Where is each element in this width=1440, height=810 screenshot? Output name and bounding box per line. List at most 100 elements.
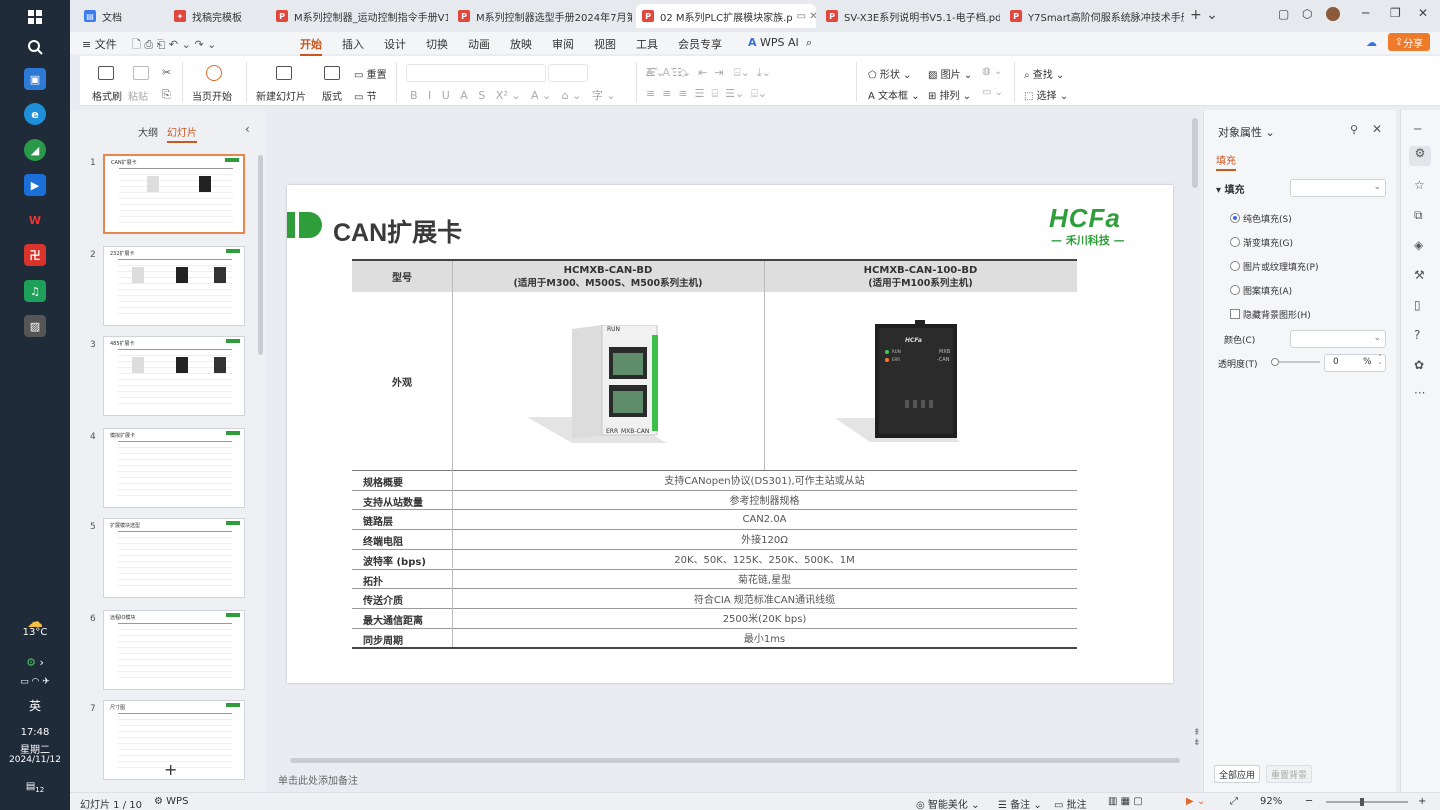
- tab-docs[interactable]: ▤ 文档: [78, 4, 164, 28]
- app-store-icon[interactable]: ▣: [24, 68, 46, 90]
- apply-all-button[interactable]: 全部应用: [1214, 765, 1260, 783]
- zoom-out-icon[interactable]: ─: [1306, 796, 1312, 807]
- slide-thumbnail[interactable]: CAN扩展卡: [103, 154, 245, 234]
- properties-icon[interactable]: ⚙: [1409, 146, 1431, 166]
- fill-section-toggle[interactable]: ▾ 填充: [1216, 181, 1245, 196]
- user-avatar[interactable]: [1326, 7, 1340, 21]
- pin-icon[interactable]: ⚲: [1350, 123, 1358, 136]
- menu-membership[interactable]: 会员专享: [678, 36, 722, 52]
- clock-weekday[interactable]: 星期二: [0, 741, 70, 756]
- app-green-icon[interactable]: ◢: [24, 139, 46, 161]
- cloud-sync-icon[interactable]: ☁: [1366, 36, 1377, 49]
- menu-transition[interactable]: 切换: [426, 36, 448, 52]
- clock-time[interactable]: 17:48: [0, 727, 70, 738]
- zoom-slider[interactable]: [1326, 801, 1408, 803]
- tool-app-icon[interactable]: ▨: [24, 315, 46, 337]
- menu-view[interactable]: 视图: [594, 36, 616, 52]
- slide-thumbnail[interactable]: 远程IO模块: [103, 610, 245, 690]
- color-dropdown[interactable]: ⌄: [1290, 330, 1386, 348]
- section-button[interactable]: ▭ 节: [354, 88, 377, 103]
- search-icon[interactable]: ⌕: [806, 36, 812, 50]
- transparency-input[interactable]: 0 % ˄ ˅: [1324, 354, 1386, 372]
- font-size-dropdown[interactable]: [548, 64, 588, 82]
- tab-plc-expansion[interactable]: P 02 M系列PLC扩展模块家族.p ▭ ✕: [636, 4, 816, 28]
- book-icon[interactable]: ▯: [1414, 298, 1421, 312]
- tab-y7smart-manual[interactable]: P Y7Smart高阶伺服系统脉冲技术手册: [1004, 4, 1184, 28]
- feishu-icon[interactable]: ▶: [24, 174, 46, 196]
- slide[interactable]: CAN扩展卡 HCFa — 禾川科技 — 型号 HCMXB-CAN-BD (适用…: [287, 185, 1173, 683]
- more-icon[interactable]: ···: [1414, 386, 1425, 400]
- new-slide-button[interactable]: 新建幻灯片: [256, 88, 306, 103]
- slideshow-from-current-button[interactable]: 当页开始: [192, 88, 232, 103]
- notification-icon[interactable]: ▤12: [0, 781, 70, 794]
- palette-icon[interactable]: ◈: [1414, 238, 1423, 252]
- select-button[interactable]: ⬚ 选择 ⌄: [1024, 87, 1068, 102]
- plugin-icon[interactable]: ✿: [1414, 358, 1424, 372]
- wps-ai-button[interactable]: A WPS AI: [748, 36, 799, 49]
- file-menu[interactable]: ≡ 文件: [82, 36, 117, 52]
- wps-status[interactable]: ⚙ WPS: [154, 796, 188, 807]
- edge-browser-icon[interactable]: e: [24, 103, 46, 125]
- zoom-in-icon[interactable]: +: [1418, 796, 1426, 807]
- zoom-slider-handle[interactable]: [1360, 798, 1364, 806]
- system-tray-icons[interactable]: ▭ ◠ ✈: [0, 677, 70, 687]
- text-format-icons[interactable]: B I U A S X² ⌄ A ⌄ ⌂ ⌄ 字 ⌄: [410, 87, 616, 103]
- layout-button[interactable]: 版式: [322, 88, 342, 103]
- new-tab-icon[interactable]: + ⌄: [1190, 7, 1218, 23]
- slide-thumbnail[interactable]: 485扩展卡: [103, 336, 245, 416]
- menu-review[interactable]: 审阅: [552, 36, 574, 52]
- picture-fill-radio[interactable]: [1230, 261, 1240, 271]
- comments-button[interactable]: ▭ 批注: [1054, 796, 1087, 810]
- help-icon[interactable]: ?: [1414, 328, 1420, 342]
- textbox-button[interactable]: A 文本框 ⌄: [868, 87, 920, 102]
- spreadsheet-app-icon[interactable]: ♫: [24, 280, 46, 302]
- weather-temp[interactable]: 13°C: [0, 627, 70, 638]
- format-painter-button[interactable]: 格式刷: [92, 88, 122, 103]
- tab-template[interactable]: ✦ 找稿完模板: [168, 4, 266, 28]
- tab-outline[interactable]: 大纲: [138, 124, 158, 139]
- tab-svx3e-manual[interactable]: P SV-X3E系列说明书V5.1-电子档.pdf: [820, 4, 1000, 28]
- collapse-icon[interactable]: ─: [1414, 122, 1421, 136]
- slide-thumbnail[interactable]: 扩展模块选型: [103, 518, 245, 598]
- pattern-fill-radio[interactable]: [1230, 285, 1240, 295]
- clock-date[interactable]: 2024/11/12: [0, 755, 70, 765]
- window-layout-icon[interactable]: ▢: [1278, 7, 1289, 21]
- tab-selection-manual[interactable]: P M系列控制器选型手册2024年7月第一: [452, 4, 632, 28]
- zoom-level[interactable]: 92%: [1260, 796, 1282, 807]
- collapse-pane-icon[interactable]: ‹: [245, 122, 250, 136]
- menu-tools[interactable]: 工具: [636, 36, 658, 52]
- slide-thumbnail[interactable]: 232扩展卡: [103, 246, 245, 326]
- gradient-fill-radio[interactable]: [1230, 237, 1240, 247]
- scroll-arrows-icon[interactable]: ⇞ ⇟: [1193, 728, 1201, 748]
- wps-office-icon[interactable]: W: [24, 209, 46, 231]
- transparency-slider[interactable]: [1274, 361, 1320, 363]
- reset-background-button[interactable]: 重置背景: [1266, 765, 1312, 783]
- copy-icon[interactable]: ⧉: [1414, 208, 1423, 223]
- paragraph-icons[interactable]: ☰⌄ ☷⌄ ⇤ ⇥ ⌸⌄ ⤓⌄: [646, 66, 771, 80]
- maximize-icon[interactable]: ❐: [1390, 6, 1401, 20]
- reset-button[interactable]: ▭ 重置: [354, 66, 387, 81]
- copy-icon[interactable]: ⎘: [162, 88, 171, 102]
- close-tab-icon[interactable]: ▭ ✕: [797, 11, 816, 22]
- smart-beautify-button[interactable]: ◎ 智能美化 ⌄: [916, 796, 979, 810]
- font-family-dropdown[interactable]: [406, 64, 546, 82]
- ime-indicator[interactable]: 英: [0, 697, 70, 714]
- view-mode-icons[interactable]: ▥ ▦ ▢: [1108, 796, 1143, 807]
- play-slideshow-icon[interactable]: ▶ ⌄: [1186, 796, 1205, 807]
- menu-home[interactable]: 开始: [300, 36, 322, 56]
- fill-icon[interactable]: ◍ ⌄: [982, 66, 1002, 77]
- stepper-icon[interactable]: ˄ ˅: [1379, 354, 1383, 370]
- pane-title[interactable]: 对象属性 ⌄: [1218, 124, 1275, 140]
- notes-placeholder[interactable]: 单击此处添加备注: [278, 772, 358, 787]
- search-icon[interactable]: [24, 36, 46, 58]
- paste-button[interactable]: 粘贴: [128, 88, 148, 103]
- notes-button[interactable]: ☰ 备注 ⌄: [998, 796, 1042, 810]
- arrange-button[interactable]: ⊞ 排列 ⌄: [928, 87, 971, 102]
- slide-thumbnail[interactable]: 模拟扩展卡: [103, 428, 245, 508]
- picture-button[interactable]: ▨ 图片 ⌄: [928, 66, 972, 81]
- find-button[interactable]: ⌕ 查找 ⌄: [1024, 66, 1064, 81]
- star-icon[interactable]: ☆: [1414, 178, 1425, 192]
- windows-start-icon[interactable]: [24, 6, 46, 28]
- quick-access-icons[interactable]: 🗋 ⎙ ⎗ ↶ ⌄ ↷ ⌄: [132, 36, 216, 55]
- hide-background-checkbox[interactable]: [1230, 309, 1240, 319]
